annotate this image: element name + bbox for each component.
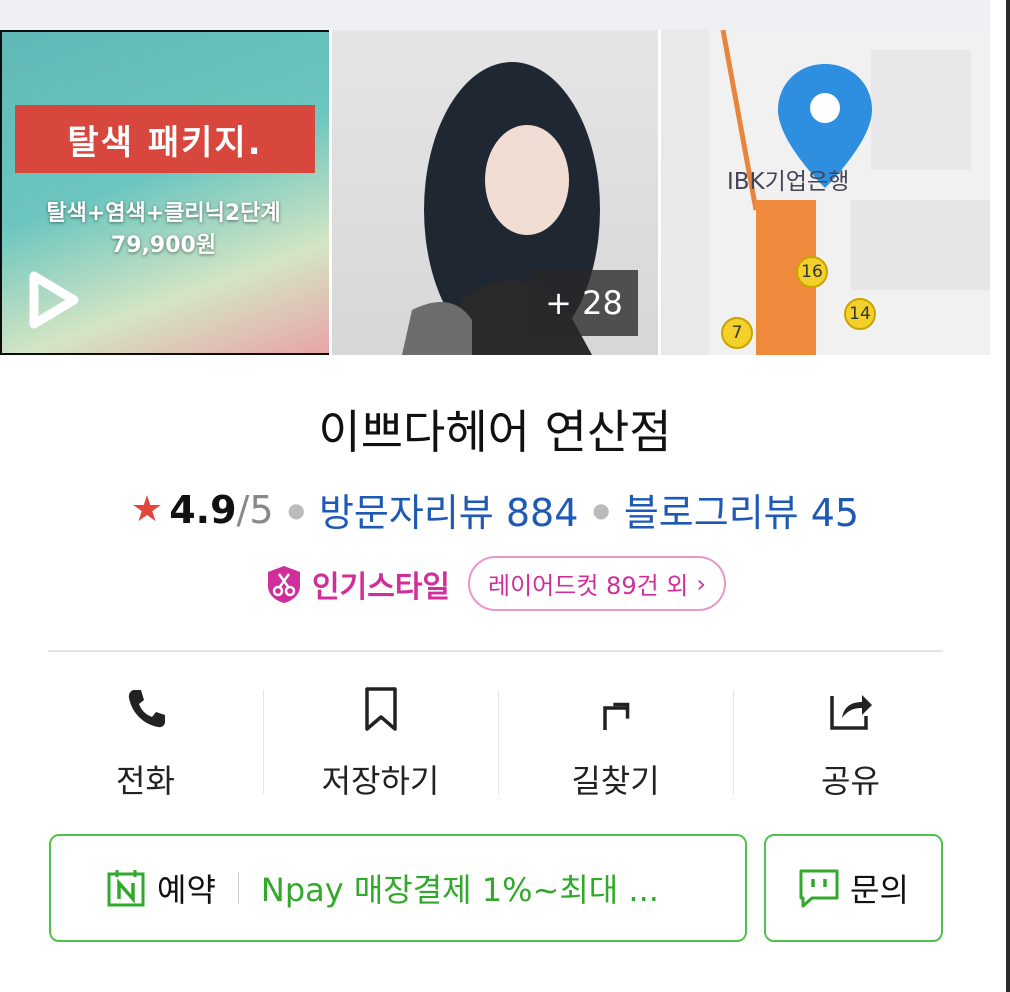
map-tile[interactable]: IBK기업은행 16 14 7 bbox=[661, 30, 990, 355]
video-price: 79,900원 bbox=[110, 233, 217, 258]
separator-dot: ● bbox=[287, 497, 305, 522]
action-bar: 전화 저장하기 길찾기 공유 bbox=[28, 680, 968, 802]
directions-label: 길찾기 bbox=[571, 762, 660, 800]
call-label: 전화 bbox=[116, 762, 175, 800]
divider bbox=[48, 650, 943, 652]
npay-promo-text: Npay 매장결제 1%~최대 ... bbox=[260, 871, 659, 909]
save-button[interactable]: 저장하기 bbox=[263, 680, 498, 802]
photo-tile[interactable]: + 28 bbox=[332, 30, 658, 355]
top-bar bbox=[0, 0, 990, 30]
popular-style-row: 인기스타일 레이어드컷 89건 외 › bbox=[0, 556, 990, 611]
share-label: 공유 bbox=[821, 762, 880, 800]
scissors-badge-icon bbox=[268, 565, 301, 603]
rating-row: ★ 4.9 /5 ● 방문자리뷰 884 ● 블로그리뷰 45 bbox=[0, 482, 990, 537]
bookmark-icon bbox=[364, 687, 397, 731]
rating-max: /5 bbox=[236, 487, 274, 532]
popular-style-label: 인기스타일 bbox=[312, 569, 451, 605]
video-tile[interactable]: 탈색 패키지. 탈색+염색+클리닉2단계 79,900원 bbox=[0, 30, 329, 355]
video-subtitle: 탈색+염색+클리닉2단계 bbox=[46, 201, 281, 226]
directions-button[interactable]: 길찾기 bbox=[498, 680, 733, 802]
window-edge bbox=[1006, 0, 1010, 992]
vertical-separator bbox=[237, 872, 239, 904]
visitor-reviews-link[interactable]: 방문자리뷰 884 bbox=[319, 482, 578, 537]
share-button[interactable]: 공유 bbox=[733, 680, 968, 802]
bus-stop-marker: 14 bbox=[844, 298, 876, 330]
inquiry-button[interactable]: 문의 bbox=[764, 834, 943, 942]
star-icon: ★ bbox=[130, 489, 164, 530]
bus-stop-marker: 16 bbox=[796, 256, 828, 288]
style-tag-button[interactable]: 레이어드컷 89건 외 › bbox=[468, 556, 726, 611]
blog-reviews-link[interactable]: 블로그리뷰 45 bbox=[624, 482, 859, 537]
separator-dot: ● bbox=[592, 497, 610, 522]
inquiry-label: 문의 bbox=[850, 871, 909, 909]
call-button[interactable]: 전화 bbox=[28, 680, 263, 802]
play-icon[interactable] bbox=[22, 270, 82, 330]
reserve-button[interactable]: 예약 Npay 매장결제 1%~최대 ... bbox=[49, 834, 747, 942]
rating-value: 4.9 bbox=[169, 487, 237, 532]
chevron-right-icon: › bbox=[696, 569, 706, 598]
photo-gallery: 탈색 패키지. 탈색+염색+클리닉2단계 79,900원 + 28 IBK기업은… bbox=[0, 30, 990, 355]
naver-calendar-icon bbox=[107, 870, 145, 907]
more-photos-badge: + 28 bbox=[530, 270, 638, 336]
share-icon bbox=[829, 695, 872, 730]
directions-icon bbox=[602, 702, 629, 730]
phone-icon bbox=[128, 690, 165, 728]
map-bank-label: IBK기업은행 bbox=[727, 169, 850, 195]
place-name: 이쁘다헤어 연산점 bbox=[318, 405, 672, 459]
style-tag-text: 레이어드컷 89건 외 bbox=[488, 572, 689, 600]
chat-icon bbox=[799, 869, 839, 908]
save-label: 저장하기 bbox=[321, 762, 440, 800]
reserve-label: 예약 bbox=[157, 871, 216, 909]
bus-stop-marker: 7 bbox=[721, 317, 753, 349]
video-banner: 탈색 패키지. bbox=[15, 105, 315, 173]
